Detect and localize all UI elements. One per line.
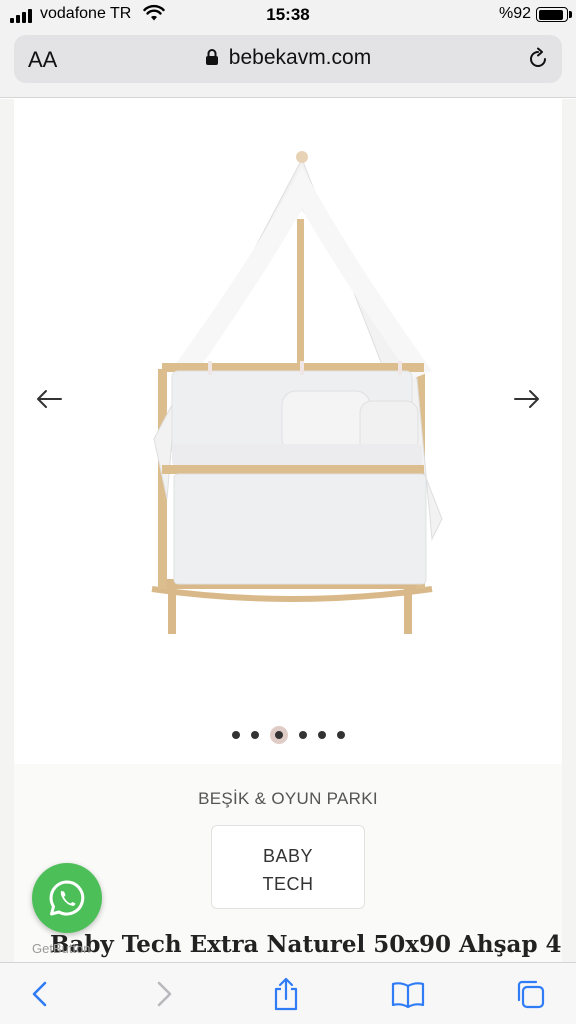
battery-icon — [536, 7, 568, 22]
reload-icon[interactable] — [526, 47, 550, 71]
gallery-prev-button[interactable] — [34, 387, 64, 411]
book-icon — [391, 982, 425, 1008]
browser-toolbar — [0, 962, 576, 1024]
product-title: Baby Tech Extra Naturel 50x90 Ahşap 4 — [50, 931, 562, 958]
gallery-dot-4[interactable] — [298, 731, 307, 739]
lock-icon — [205, 49, 218, 65]
getbutton-label[interactable]: GetButton — [32, 941, 91, 956]
web-page: BEŞİK & OYUN PARKI BABY TECH Baby Tech E… — [0, 99, 576, 962]
chevron-left-icon — [32, 981, 47, 1007]
tabs-button[interactable] — [512, 977, 548, 1011]
brand-line-2: TECH — [262, 874, 314, 894]
whatsapp-icon — [49, 880, 85, 916]
url-text: bebekavm.com — [228, 46, 372, 69]
browser-address-area: AA bebekavm.com — [0, 30, 576, 98]
product-category-link[interactable]: BEŞİK & OYUN PARKI — [14, 789, 562, 809]
address-bar[interactable]: AA bebekavm.com — [14, 35, 562, 83]
gallery-dot-2[interactable] — [250, 731, 259, 739]
gallery-dot-5[interactable] — [317, 731, 326, 739]
product-image-crib — [151, 151, 443, 634]
product-card: BEŞİK & OYUN PARKI BABY TECH — [14, 99, 562, 962]
brand-line-1: BABY — [262, 846, 314, 866]
share-icon — [274, 977, 298, 1011]
gallery-dot-1[interactable] — [231, 731, 240, 739]
chevron-right-icon — [157, 981, 172, 1007]
product-gallery[interactable] — [14, 99, 562, 764]
tabs-icon — [517, 980, 545, 1009]
forward-button[interactable] — [146, 977, 182, 1011]
status-bar: vodafone TR 15:38 %92 — [0, 0, 576, 30]
share-button[interactable] — [268, 977, 304, 1011]
brand-logo-link[interactable]: BABY TECH — [211, 825, 365, 909]
gallery-next-button[interactable] — [512, 387, 542, 411]
battery-percentage: %92 — [498, 5, 531, 22]
gallery-pagination — [14, 726, 562, 744]
whatsapp-chat-button[interactable] — [32, 863, 102, 933]
gallery-dot-3-active[interactable] — [269, 726, 288, 744]
clock: 15:38 — [266, 5, 310, 24]
gallery-dot-6[interactable] — [336, 731, 345, 739]
back-button[interactable] — [22, 977, 58, 1011]
battery-tip — [569, 11, 572, 18]
url-display[interactable]: bebekavm.com — [14, 46, 562, 70]
bookmarks-button[interactable] — [390, 977, 426, 1011]
